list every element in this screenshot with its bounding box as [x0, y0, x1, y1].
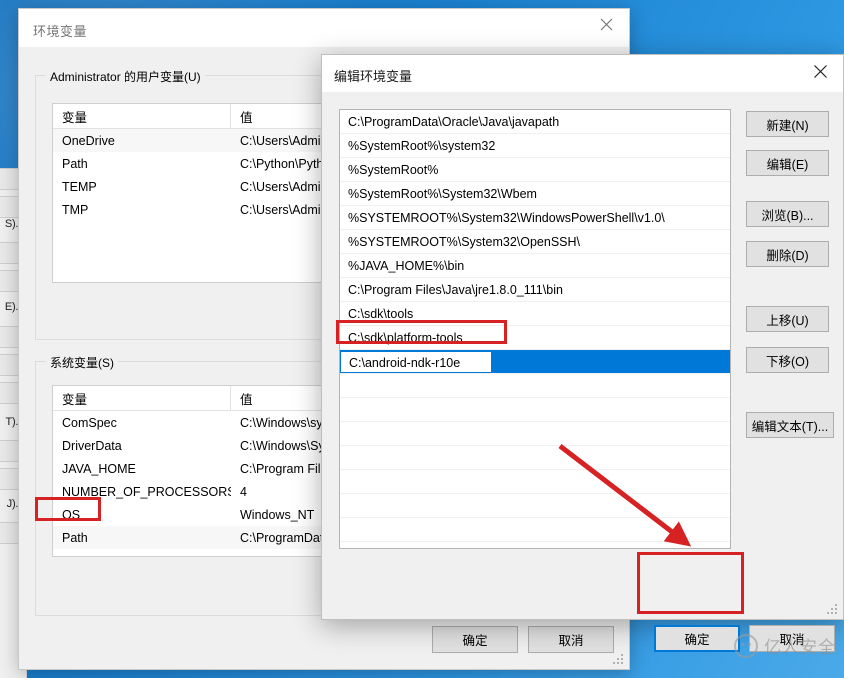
- env-window-title: 环境变量: [33, 24, 88, 39]
- list-item-empty[interactable]: [340, 374, 730, 398]
- cell-variable-name: TMP: [62, 202, 89, 217]
- cell-variable-name: OS: [62, 507, 81, 522]
- system-variables-group-label: 系统变量(S): [46, 354, 118, 371]
- edit-environment-variable-dialog[interactable]: 编辑环境变量 C:\ProgramData\Oracle\Java\javapa…: [321, 54, 844, 652]
- list-item-empty[interactable]: [340, 446, 730, 470]
- cell-variable-name: PATHEXT: [53, 554, 231, 557]
- env-cancel-button[interactable]: 取消: [528, 626, 614, 653]
- close-icon[interactable]: [797, 55, 843, 87]
- list-item-empty[interactable]: [340, 422, 730, 446]
- list-item[interactable]: C:\ProgramData\Oracle\Java\javapath: [340, 110, 730, 134]
- edit-dialog-titlebar: 编辑环境变量: [322, 55, 843, 92]
- list-item[interactable]: %SystemRoot%\system32: [340, 134, 730, 158]
- env-ok-button[interactable]: 确定: [432, 626, 518, 653]
- path-inline-edit-input[interactable]: C:\android-ndk-r10e: [340, 351, 492, 373]
- list-item-empty[interactable]: [340, 518, 730, 542]
- wechat-icon: [734, 633, 758, 658]
- list-item-empty[interactable]: [340, 470, 730, 494]
- move-down-button[interactable]: 下移(O): [746, 347, 829, 373]
- list-item[interactable]: C:\sdk\platform-tools: [340, 326, 730, 350]
- cell-variable-name: DriverData: [62, 438, 122, 453]
- watermark: 亿人安全: [734, 633, 836, 658]
- edit-text-button[interactable]: 编辑文本(T)...: [746, 412, 834, 438]
- cell-variable-name: Path: [62, 530, 88, 545]
- cell-variable-name: TEMP: [62, 179, 97, 194]
- cell-variable-name: ComSpec: [62, 415, 117, 430]
- edit-button[interactable]: 编辑(E): [746, 150, 829, 176]
- browse-button[interactable]: 浏览(B)...: [746, 201, 829, 227]
- watermark-text: 亿人安全: [764, 638, 836, 657]
- list-item[interactable]: %SYSTEMROOT%\System32\OpenSSH\: [340, 230, 730, 254]
- cell-variable-name: JAVA_HOME: [62, 461, 136, 476]
- column-header-value: 值: [240, 392, 253, 407]
- user-variables-group-label: Administrator 的用户变量(U): [46, 68, 205, 85]
- column-header-variable: 变量: [53, 386, 231, 410]
- path-entries-list[interactable]: C:\ProgramData\Oracle\Java\javapath %Sys…: [339, 109, 731, 549]
- cell-variable-name: NUMBER_OF_PROCESSORS: [62, 484, 231, 499]
- column-header-value: 值: [240, 110, 253, 125]
- edit-ok-button[interactable]: 确定: [654, 625, 740, 652]
- close-icon[interactable]: [584, 9, 629, 39]
- edit-dialog-title: 编辑环境变量: [334, 69, 413, 84]
- cell-variable-name: OneDrive: [62, 133, 115, 148]
- move-up-button[interactable]: 上移(U): [746, 306, 829, 332]
- list-item[interactable]: %JAVA_HOME%\bin: [340, 254, 730, 278]
- delete-button[interactable]: 删除(D): [746, 241, 829, 267]
- list-item[interactable]: %SystemRoot%\System32\Wbem: [340, 182, 730, 206]
- resize-grip-icon[interactable]: [613, 654, 625, 666]
- list-item[interactable]: %SYSTEMROOT%\System32\WindowsPowerShell\…: [340, 206, 730, 230]
- env-window-titlebar: 环境变量: [19, 9, 629, 47]
- list-item-selected[interactable]: C:\android-ndk-r10e: [340, 350, 730, 374]
- list-item[interactable]: C:\Program Files\Java\jre1.8.0_111\bin: [340, 278, 730, 302]
- column-header-variable: 变量: [53, 104, 231, 128]
- resize-grip-icon[interactable]: [827, 604, 839, 616]
- list-item-empty[interactable]: [340, 494, 730, 518]
- list-item[interactable]: %SystemRoot%: [340, 158, 730, 182]
- cell-variable-name: Path: [62, 156, 88, 171]
- list-item-empty[interactable]: [340, 398, 730, 422]
- list-item[interactable]: C:\sdk\tools: [340, 302, 730, 326]
- new-button[interactable]: 新建(N): [746, 111, 829, 137]
